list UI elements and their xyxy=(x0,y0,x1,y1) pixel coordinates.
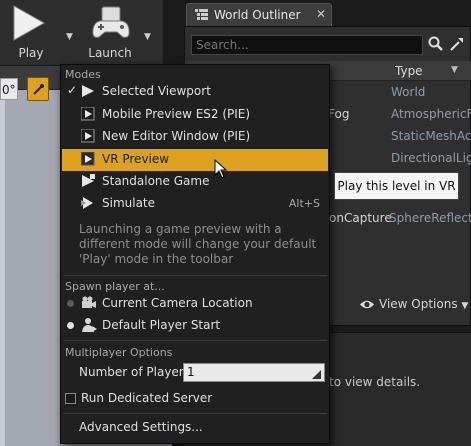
tab-title: World Outliner xyxy=(214,8,301,22)
launch-button[interactable]: Launch xyxy=(80,0,140,66)
menu-divider xyxy=(63,275,327,276)
camera-icon xyxy=(81,296,97,313)
menu-divider xyxy=(63,413,327,414)
play-options-chevron-icon[interactable]: ▼ xyxy=(66,32,76,42)
row-name: Fog xyxy=(328,107,350,121)
mobile-preview-icon xyxy=(80,106,96,124)
row-type: AtmosphericF xyxy=(391,107,471,121)
row-type: SphereReflect xyxy=(389,211,471,225)
number-of-players-label: Number of Players xyxy=(79,365,190,379)
new-window-icon xyxy=(80,128,96,146)
spinner-icon[interactable] xyxy=(312,367,321,379)
outliner-search[interactable] xyxy=(191,35,423,55)
row-type: StaticMeshAc xyxy=(391,129,471,143)
rotation-snap-value[interactable]: 0° xyxy=(0,78,18,100)
check-icon: ✓ xyxy=(67,83,78,97)
play-icon xyxy=(11,4,47,45)
menu-item-new-editor-window[interactable]: New Editor Window (PIE) xyxy=(62,126,328,148)
menu-item-selected-viewport[interactable]: ✓ Selected Viewport xyxy=(62,81,328,103)
menu-divider xyxy=(63,340,327,341)
play-button[interactable]: Play xyxy=(2,0,60,66)
main-toolbar: Play ▼ Launch ▼ xyxy=(0,0,163,66)
number-of-players-value: 1 xyxy=(187,365,195,379)
row-type: World xyxy=(391,85,426,99)
mouse-cursor-icon xyxy=(214,158,228,182)
radio-icon xyxy=(67,300,74,307)
advanced-settings-item[interactable]: Advanced Settings... xyxy=(79,420,203,434)
radio-selected-icon xyxy=(67,322,74,329)
details-hint: to view details. xyxy=(329,375,421,389)
dedicated-server-checkbox[interactable] xyxy=(65,393,76,404)
modes-description: Launching a game preview with a differen… xyxy=(79,222,317,266)
view-options-button[interactable]: View Options ▼ xyxy=(357,297,468,311)
menu-item-mobile-preview[interactable]: Mobile Preview ES2 (PIE) xyxy=(62,104,328,126)
play-label: Play xyxy=(18,46,44,60)
section-header-modes: Modes xyxy=(65,68,101,81)
dedicated-server-label: Run Dedicated Server xyxy=(81,391,213,405)
view-options-label: View Options xyxy=(379,297,458,311)
close-icon[interactable]: ✕ xyxy=(316,7,326,21)
outliner-options-icon[interactable] xyxy=(449,36,465,55)
menu-item-simulate[interactable]: Simulate Alt+S xyxy=(62,193,328,215)
chevron-down-icon[interactable]: ▼ xyxy=(451,65,458,75)
section-header-multiplayer: Multiplayer Options xyxy=(65,346,173,359)
section-header-spawn: Spawn player at... xyxy=(65,280,165,293)
tab-world-outliner[interactable]: World Outliner ✕ xyxy=(186,3,332,26)
launch-options-chevron-icon[interactable]: ▼ xyxy=(144,32,154,42)
number-of-players-field[interactable]: 1 xyxy=(183,363,325,382)
row-name: tionCapture xyxy=(321,211,392,225)
spawn-current-camera[interactable]: Current Camera Location xyxy=(62,293,328,315)
search-icon[interactable] xyxy=(428,36,444,55)
vr-icon xyxy=(80,151,96,169)
simulate-icon xyxy=(81,196,96,213)
chevron-down-icon: ▼ xyxy=(461,301,469,311)
shortcut-simulate: Alt+S xyxy=(288,197,320,210)
viewport-edge xyxy=(0,100,5,446)
launch-label: Launch xyxy=(88,46,132,60)
menu-item-standalone-game[interactable]: Standalone Game xyxy=(62,171,328,193)
play-modes-menu: Modes ✓ Selected Viewport Mobile Preview… xyxy=(60,64,330,444)
outliner-icon xyxy=(195,9,208,24)
spawn-default-player-start[interactable]: Default Player Start xyxy=(62,315,328,337)
type-column-header[interactable]: Type xyxy=(395,64,423,78)
surface-snap-button[interactable] xyxy=(27,77,49,101)
row-type: DirectionalLig xyxy=(391,151,471,165)
player-start-icon xyxy=(81,318,97,336)
tooltip: Play this level in VR xyxy=(334,172,459,200)
play-icon xyxy=(81,84,95,101)
standalone-game-icon xyxy=(81,174,96,191)
search-input[interactable] xyxy=(192,36,422,54)
menu-item-vr-preview[interactable]: VR Preview xyxy=(62,149,328,171)
gamepad-icon xyxy=(90,6,132,43)
